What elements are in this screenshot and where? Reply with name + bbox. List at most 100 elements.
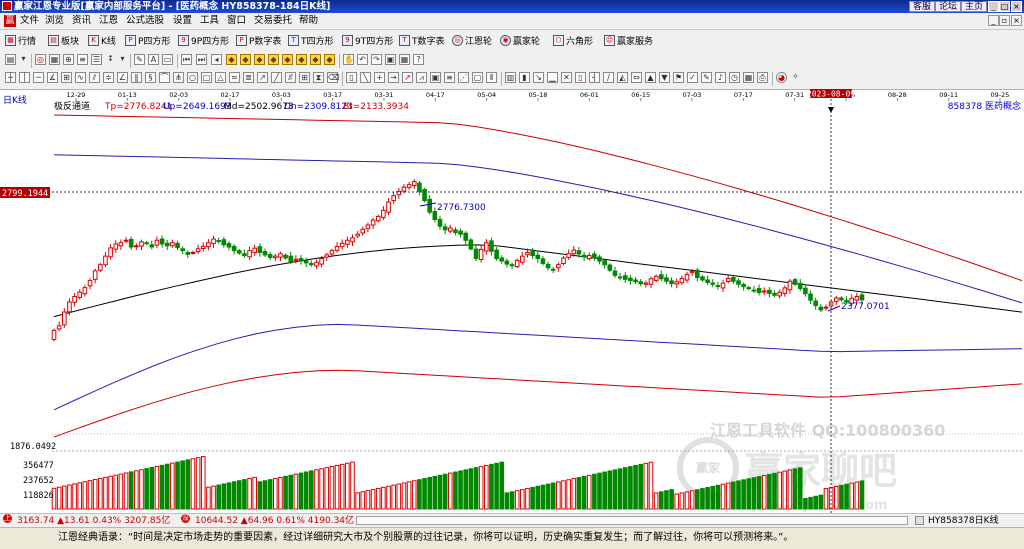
customer-service-link[interactable]: 客服 <box>909 1 936 12</box>
cycle-lines-icon[interactable]: ⦀ <box>486 72 497 83</box>
diamond-tool-8-icon[interactable]: ◆ <box>324 54 335 65</box>
range-icon[interactable]: ⇔ <box>631 72 642 83</box>
help-icon[interactable]: ? <box>413 54 424 65</box>
fib-tool-icon[interactable]: ≣ <box>243 72 254 83</box>
cross-icon[interactable]: ✕ <box>561 72 572 83</box>
layout-menu-icon[interactable]: ▤ <box>5 54 16 65</box>
menu-info[interactable]: 资讯 <box>72 15 91 27</box>
diamond-tool-4-icon[interactable]: ◆ <box>268 54 279 65</box>
hand-icon[interactable]: ✋ <box>343 54 354 65</box>
menu-formula-select[interactable]: 公式选股 <box>126 15 164 27</box>
erase-tool-icon[interactable]: ⌫ <box>327 72 339 83</box>
cycle-tool-icon[interactable]: ∿ <box>75 72 86 83</box>
channel-tool-icon[interactable]: ⫽ <box>89 72 100 83</box>
marker-icon[interactable]: ✎ <box>134 54 145 65</box>
arc-tool-icon[interactable]: ⌒ <box>159 72 170 83</box>
area-icon[interactable]: ◭ <box>617 72 628 83</box>
bell-icon[interactable]: ♪ <box>715 72 726 83</box>
diamond-tool-1-icon[interactable]: ◆ <box>226 54 237 65</box>
plus-icon[interactable]: + <box>374 72 385 83</box>
wave-tool-icon[interactable]: ≈ <box>229 72 240 83</box>
grid-icon[interactable]: ▦ <box>49 54 60 65</box>
grid-tool-icon[interactable]: ⊞ <box>299 72 310 83</box>
calendar-icon[interactable]: ▦ <box>743 72 754 83</box>
toolbar-service-button[interactable]: ☺ 赢家服务 <box>604 33 653 47</box>
stats-icon[interactable]: ▥ <box>505 72 516 83</box>
flag-icon[interactable]: ⚑ <box>673 72 684 83</box>
horizontal-scrollbar[interactable] <box>356 516 908 525</box>
menu-gann[interactable]: 江恩 <box>99 15 118 27</box>
last-icon[interactable]: ⏭ <box>196 54 207 65</box>
pointer-icon[interactable]: ▯ <box>346 72 357 83</box>
forum-link[interactable]: 论坛 <box>935 1 962 12</box>
menu-logo-icon[interactable]: 赢 <box>4 15 16 27</box>
chart-area[interactable]: 12-29 01-13 02-03 02-17 03-03 03-17 03-31 04-17… <box>0 89 1024 513</box>
gann-box-icon[interactable]: ⊞ <box>61 72 72 83</box>
undo-icon[interactable]: ↶ <box>357 54 368 65</box>
pitchfork-tool-icon[interactable]: ⋔ <box>173 72 184 83</box>
doc-close-icon[interactable]: × <box>1011 15 1022 26</box>
toolbar-p-square-button[interactable]: P P四方形 <box>125 33 170 47</box>
first-icon[interactable]: ⏮ <box>181 54 192 65</box>
doc-minimize-icon[interactable]: _ <box>988 15 999 26</box>
dropdown-arrow-icon[interactable]: ▾ <box>117 54 128 65</box>
trend-icon[interactable]: ↘ <box>533 72 544 83</box>
bar-up-icon[interactable]: ▲ <box>645 72 656 83</box>
toolbar-9p-square-button[interactable]: 9 9P四方形 <box>178 33 229 47</box>
menu-settings[interactable]: 设置 <box>173 15 192 27</box>
toolbar-9t-square-button[interactable]: 9 9T四方形 <box>342 33 393 47</box>
close-icon[interactable]: × <box>1011 1 1022 12</box>
menu-file[interactable]: 文件 <box>20 15 39 27</box>
mark-icon[interactable]: ✓ <box>687 72 698 83</box>
dropdown-arrow-icon[interactable]: ▾ <box>18 54 29 65</box>
cursor-icon[interactable]: ◎ <box>35 54 46 65</box>
menu-browse[interactable]: 浏览 <box>45 15 64 27</box>
pin-icon[interactable]: ↕ <box>105 54 116 65</box>
trend-up-icon[interactable]: ↗ <box>402 72 413 83</box>
menu-trade[interactable]: 交易委托 <box>254 15 292 27</box>
text-icon[interactable]: A <box>148 54 159 65</box>
ruler-icon[interactable]: ▭ <box>162 54 173 65</box>
toolbar-winner-wheel-button[interactable]: ◉ 赢家轮 <box>500 33 540 47</box>
arrow-right-icon[interactable]: → <box>388 72 399 83</box>
toolbar-sectors-button[interactable]: ▤ 板块 <box>48 33 79 47</box>
diamond-tool-3-icon[interactable]: ◆ <box>254 54 265 65</box>
menu-help[interactable]: 帮助 <box>299 15 318 27</box>
spiral-tool-icon[interactable]: § <box>145 72 156 83</box>
gann-square-icon[interactable]: ▣ <box>430 72 441 83</box>
gann-fan-icon[interactable]: ∡ <box>47 72 58 83</box>
zoom-icon[interactable]: ⊕ <box>63 54 74 65</box>
clock-icon[interactable]: ◷ <box>729 72 740 83</box>
kline-chart[interactable]: 12-29 01-13 02-03 02-17 03-03 03-17 03-31 04-17… <box>0 89 1024 513</box>
chart-settings-icon[interactable]: ≡ <box>77 54 88 65</box>
ray-tool-icon[interactable]: ↗ <box>257 72 268 83</box>
menu-tools[interactable]: 工具 <box>200 15 219 27</box>
angle-tool-icon[interactable]: ∠ <box>117 72 128 83</box>
doc-restore-icon[interactable]: ▫ <box>999 15 1010 26</box>
print-icon[interactable]: ⎙ <box>757 72 768 83</box>
left-arrow-icon[interactable]: ◂ <box>211 54 222 65</box>
period-tool-icon[interactable]: ⧗ <box>313 72 324 83</box>
ohlc-icon[interactable]: ┤ <box>589 72 600 83</box>
circle-tool-icon[interactable]: ○ <box>187 72 198 83</box>
diamond-tool-2-icon[interactable]: ◆ <box>240 54 251 65</box>
volume-icon[interactable]: ▁ <box>547 72 558 83</box>
hline-tool-icon[interactable]: ─ <box>33 72 44 83</box>
home-link[interactable]: 主页 <box>961 1 988 12</box>
minimize-icon[interactable]: _ <box>988 1 999 12</box>
toolbar-quotes-button[interactable]: ▦ 行情 <box>5 33 36 47</box>
toolbar-t-square-button[interactable]: T T四方形 <box>288 33 334 47</box>
bars-icon[interactable]: ▮ <box>519 72 530 83</box>
fan-tool-icon[interactable]: ⋰ <box>458 72 469 83</box>
toolbar-kline-button[interactable]: K K线 <box>88 33 116 47</box>
level-tool-icon[interactable]: ≡ <box>444 72 455 83</box>
split-tool-icon[interactable]: ≑ <box>103 72 114 83</box>
menu-window[interactable]: 窗口 <box>227 15 246 27</box>
palette-icon[interactable]: ✧ <box>790 72 801 83</box>
vline-tool-icon[interactable]: │ <box>19 72 30 83</box>
diamond-tool-7-icon[interactable]: ◆ <box>310 54 321 65</box>
draw-line-icon[interactable]: ╲ <box>360 72 371 83</box>
fibonacci-icon[interactable]: ☰ <box>91 54 102 65</box>
bar-down-icon[interactable]: ▼ <box>659 72 670 83</box>
time-tool-icon[interactable]: ‖ <box>131 72 142 83</box>
